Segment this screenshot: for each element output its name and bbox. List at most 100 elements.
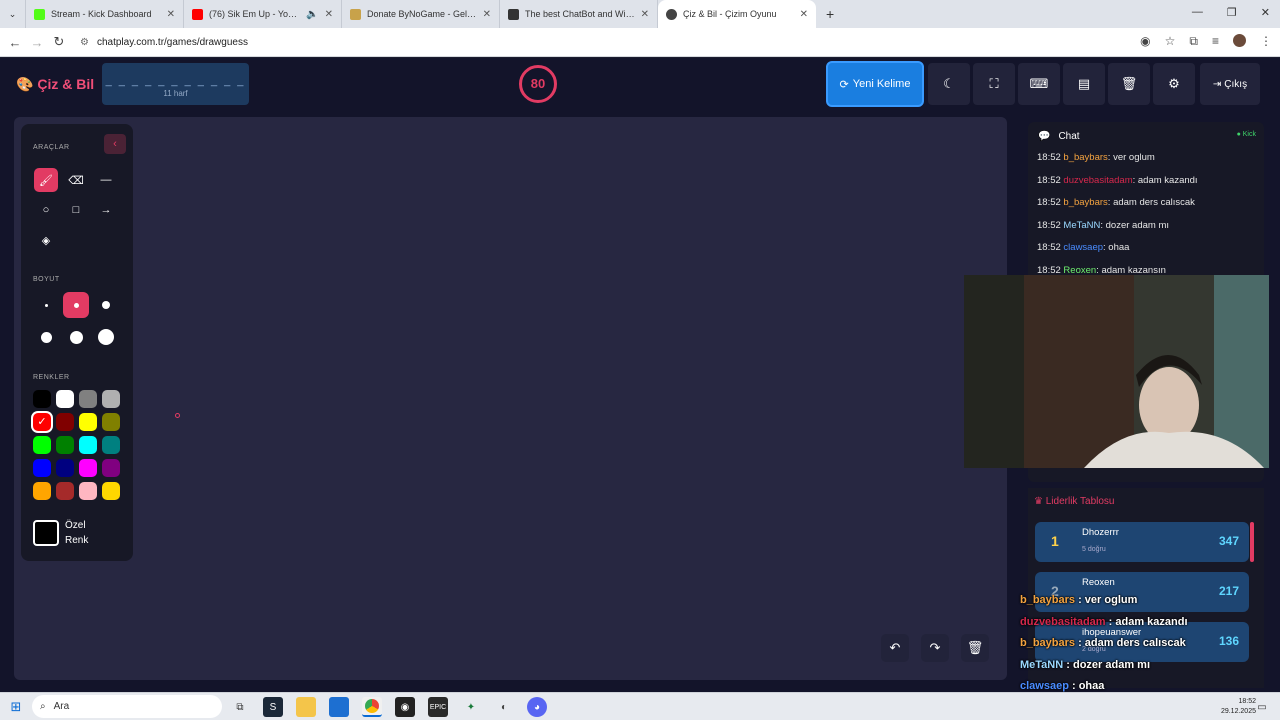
url-field[interactable]: ⚙ chatplay.com.tr/games/drawguess [80,37,248,48]
notification-icon[interactable]: ▭ [1252,697,1272,717]
color-swatch[interactable] [79,390,97,408]
color-swatch[interactable] [56,390,74,408]
browser-tabbar: ⌄ Stream - Kick Dashboard ✕ (76) Sik Em U… [0,0,1280,28]
color-swatch[interactable] [56,482,74,500]
keyboard-button[interactable]: ⌨ [1018,63,1060,105]
chat-message: 18:52 b_baybars: ver oglum [1037,152,1155,163]
taskbar-search[interactable]: ⌕ Ara [32,695,222,718]
trash-icon: 🗑 [966,640,984,655]
discord-icon[interactable]: ◕ [527,697,547,717]
drawing-canvas[interactable]: ARAÇLAR ‹ 🖌 ⌫ — ○ □ → ◈ BOYUT RENKLER ✓ … [14,117,1007,680]
new-tab-button[interactable]: + [826,6,834,22]
size-option-6[interactable] [93,324,119,350]
color-swatch[interactable] [79,482,97,500]
eraser-tool[interactable]: ⌫ [64,168,88,192]
color-swatch[interactable] [33,482,51,500]
color-swatch[interactable] [33,459,51,477]
archive-icon: ▤ [1077,76,1091,91]
color-swatch[interactable] [79,459,97,477]
size-option-4[interactable] [33,324,59,350]
color-swatch[interactable] [79,436,97,454]
windows-start-icon[interactable]: ⊞ [6,697,26,717]
clear-canvas-button[interactable]: 🗑 [961,634,989,662]
tab-youtube[interactable]: (76) Sik Em Up - YouTube 🔈 ✕ [184,0,342,28]
site-info-icon[interactable]: ⚙ [80,37,89,48]
circle-tool[interactable]: ○ [34,198,58,222]
brush-tool[interactable]: 🖌 [34,168,58,192]
rectangle-tool[interactable]: □ [64,198,88,222]
arrow-tool[interactable]: → [94,198,118,222]
redo-button[interactable]: ↷ [921,634,949,662]
archive-button[interactable]: ▤ [1063,63,1105,105]
tab-chatbot[interactable]: The best ChatBot and Widgets ✕ [500,0,658,28]
file-explorer-icon[interactable] [296,697,316,717]
profile-avatar[interactable] [1233,34,1246,47]
app-icon[interactable]: ◐ [494,697,514,717]
collapse-button[interactable]: ‹ [104,134,126,154]
back-icon[interactable]: ← [4,35,26,50]
line-tool[interactable]: — [94,168,118,192]
leaderboard-scrollbar[interactable] [1250,522,1254,562]
overlay-text: : dozer adam mı [1063,658,1150,671]
delete-button[interactable]: 🗑 [1108,63,1150,105]
razer-icon[interactable]: ✦ [461,697,481,717]
color-swatch[interactable] [56,436,74,454]
bookmark-star-icon[interactable]: ☆ [1165,34,1176,49]
undo-button[interactable]: ↶ [881,634,909,662]
close-icon[interactable]: ✕ [800,9,808,20]
steam-icon[interactable]: S [263,697,283,717]
theme-toggle-button[interactable]: ☾ [928,63,970,105]
tab-kick-dashboard[interactable]: Stream - Kick Dashboard ✕ [26,0,184,28]
color-swatch[interactable] [102,390,120,408]
eye-off-icon[interactable]: ◉ [1140,34,1150,49]
overlay-text: : ohaa [1068,680,1105,693]
menu-icon[interactable]: ⋮ [1260,34,1272,49]
close-icon[interactable]: ✕ [325,9,333,20]
search-label: Ara [53,701,70,712]
color-swatch[interactable] [102,413,120,431]
color-swatch[interactable] [33,390,51,408]
color-swatch[interactable] [33,436,51,454]
color-swatch[interactable] [102,459,120,477]
color-swatch[interactable] [79,413,97,431]
reload-icon[interactable]: ↻ [48,34,70,50]
new-word-button[interactable]: ⟳ Yeni Kelime [826,61,924,107]
tab-list-button[interactable]: ⌄ [0,0,26,28]
obs-icon[interactable]: ◉ [395,697,415,717]
exit-button[interactable]: ⇥ Çıkış [1200,63,1260,105]
timer: 80 [519,65,557,103]
restore-button[interactable]: ❐ [1227,6,1237,19]
task-view-icon[interactable]: ⧉ [230,697,250,717]
custom-color-button[interactable]: Özel Renk [33,513,125,553]
color-swatch[interactable] [102,436,120,454]
gear-icon: ⚙ [1168,76,1180,91]
store-icon[interactable] [329,697,349,717]
size-option-1[interactable] [33,292,59,318]
reading-list-icon[interactable]: ≡ [1212,34,1219,49]
speaker-icon[interactable]: 🔈 [306,9,318,20]
close-icon[interactable]: ✕ [167,9,175,20]
settings-button[interactable]: ⚙ [1153,63,1195,105]
fullscreen-button[interactable]: ⛶ [973,63,1015,105]
size-option-3[interactable] [93,292,119,318]
taskbar-clock[interactable]: 18:52 29.12.2025 [1221,697,1256,717]
fill-tool[interactable]: ◈ [34,228,58,252]
epic-games-icon[interactable]: EPIC [428,697,448,717]
chrome-icon[interactable] [362,697,382,717]
size-option-2[interactable] [63,292,89,318]
tab-ciz-bil[interactable]: Çiz & Bil - Çizim Oyunu ✕ [658,0,816,28]
color-swatch[interactable] [56,413,74,431]
color-swatch[interactable] [56,459,74,477]
color-swatch[interactable] [102,482,120,500]
close-window-button[interactable]: ✕ [1261,6,1270,19]
overlay-message: b_baybars : ver oglum [1020,594,1137,606]
size-option-5[interactable] [63,324,89,350]
tab-title: Çiz & Bil - Çizim Oyunu [683,9,777,19]
minimize-button[interactable]: — [1192,6,1203,19]
close-icon[interactable]: ✕ [483,9,491,20]
extensions-icon[interactable]: ⧉ [1189,34,1198,49]
tab-donate[interactable]: Donate ByNoGame - Gelen/Gid ✕ [342,0,500,28]
color-swatch[interactable]: ✓ [33,413,51,431]
close-icon[interactable]: ✕ [641,9,649,20]
forward-icon[interactable]: → [26,35,48,50]
